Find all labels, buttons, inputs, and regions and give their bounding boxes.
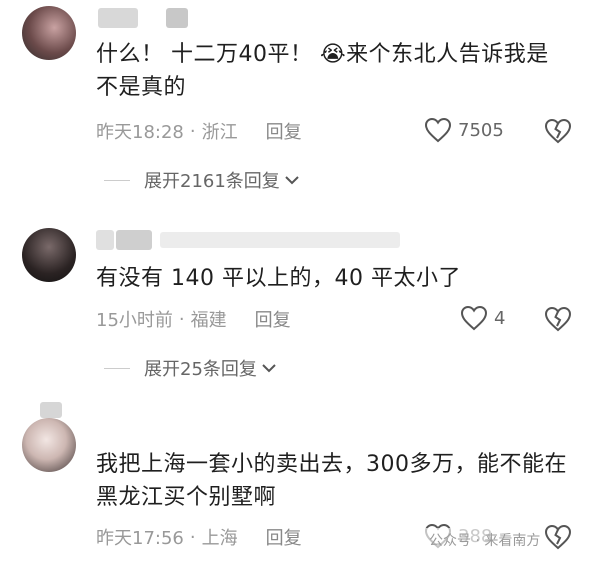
comment-location: 浙江 [201,122,238,143]
reply-button[interactable]: 回复 [266,524,302,550]
comment-time: 昨天17:56 [96,528,184,549]
heart-outline-icon [460,305,488,331]
avatar[interactable] [22,418,76,472]
expand-replies[interactable]: 展开2161条回复 [104,167,300,193]
username-blurred [160,232,400,248]
like-button[interactable]: 4 [460,305,505,331]
username-blurred[interactable] [40,402,62,418]
broken-heart-icon[interactable] [544,118,572,144]
comment-text: 什么！ 十二万40平！ 😭来个东北人告诉我是不是真的 [96,42,549,100]
reply-button[interactable]: 回复 [255,306,291,332]
expand-replies-label: 展开25条回复 [144,359,257,380]
separator: · [178,308,185,330]
comment-meta: 15小时前 · 福建 回复 [96,306,291,332]
comment-meta: 昨天18:28 · 浙江 回复 [96,118,302,144]
like-count: 7505 [458,119,504,141]
separator: · [189,526,196,548]
comment-text: 有没有 140 平以上的，40 平太小了 [96,266,461,291]
comment-text: 我把上海一套小的卖出去，300多万，能不能在黑龙江买个别墅啊 [96,452,567,510]
watermark: 公众号 · 来看南方 [425,528,545,552]
broken-heart-icon[interactable] [544,524,572,550]
username-blurred [116,230,152,250]
comment-time: 15小时前 [96,310,173,331]
like-count: 4 [494,307,506,329]
separator: · [189,120,196,142]
expand-replies[interactable]: 展开25条回复 [104,355,277,381]
chevron-down-icon [262,364,276,373]
comment-meta: 昨天17:56 · 上海 回复 [96,524,302,550]
comment-time: 昨天18:28 [96,122,184,143]
avatar[interactable] [22,228,76,282]
divider [104,179,130,181]
chevron-down-icon [285,176,299,185]
comment-location: 福建 [190,310,227,331]
expand-replies-label: 展开2161条回复 [144,171,280,192]
username-blurred [166,8,188,28]
reply-button[interactable]: 回复 [266,118,302,144]
like-button[interactable]: 7505 [424,117,504,143]
username-blurred[interactable] [98,8,138,28]
watermark-text: 公众号 · 来看南方 [429,533,541,549]
username-blurred[interactable] [96,230,114,250]
avatar[interactable] [22,6,76,60]
divider [104,367,130,369]
broken-heart-icon[interactable] [544,306,572,332]
comment-location: 上海 [201,528,238,549]
heart-outline-icon [424,117,452,143]
